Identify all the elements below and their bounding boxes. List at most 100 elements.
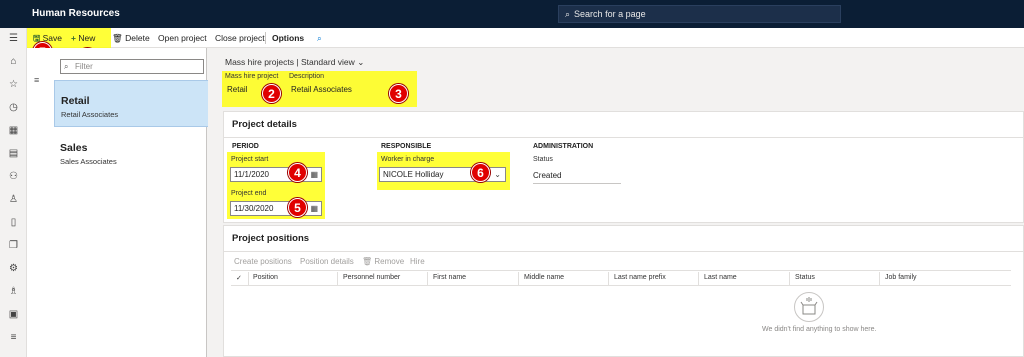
column-header[interactable]: Status [795,274,815,281]
project-positions-title[interactable]: Project positions [232,233,309,244]
project-start-label: Project start [231,156,269,163]
column-divider [608,272,609,285]
filter-input[interactable]: ⌕ Filter [60,59,204,74]
description-field: Description Retail Associates [289,73,385,97]
period-group-label: PERIOD [232,143,259,150]
remove-label: Remove [374,257,405,266]
filter-placeholder: Filter [75,62,93,71]
trash-icon: 🗑 [362,257,373,266]
copy-icon[interactable]: ❐ [7,239,20,252]
calendar-icon[interactable]: ▦ [310,202,318,215]
calendar-icon[interactable]: ▦ [310,168,318,181]
callout-4: 4 [288,163,307,182]
project-end-value: 11/30/2020 [234,204,274,213]
chevron-down-icon[interactable]: ⌄ [357,57,364,67]
breadcrumb-divider: | [296,57,299,67]
callout-5: 5 [288,198,307,217]
breadcrumb: Mass hire projects | Standard view ⌄ [225,57,364,68]
project-start-value: 11/1/2020 [234,170,269,179]
create-positions-button[interactable]: Create positions [234,257,292,266]
workspace-icon[interactable]: ▤ [7,147,20,160]
app-title[interactable]: Human Resources [32,8,120,19]
document-settings-icon[interactable]: ▣ [7,308,20,321]
column-divider [789,272,790,285]
worker-in-charge-label: Worker in charge [381,156,435,163]
project-details-card: Project details PERIOD RESPONSIBLE ADMIN… [223,111,1024,223]
action-bar: 🖫 Save + New 🗑 Delete Open project Close… [27,28,1024,67]
modules-icon[interactable]: ▦ [7,124,20,137]
main-content: Mass hire projects | Standard view ⌄ Mas… [208,48,1024,357]
chevron-down-icon[interactable]: ⌄ [494,168,501,181]
column-divider [427,272,428,285]
empty-state-icon [794,292,824,322]
column-header[interactable]: Job family [885,274,917,281]
card-divider [224,251,1024,252]
list-view-icon[interactable]: ≡ [34,75,46,85]
list-pane: ≡ ⌕ Filter Retail Retail Associates Sales… [27,48,233,357]
callout-6: 6 [471,163,490,182]
empty-box-icon [800,297,818,315]
search-placeholder: Search for a page [574,9,646,19]
filter-search-icon: ⌕ [64,62,69,71]
search-icon: ⌕ [565,9,571,19]
column-header[interactable]: Last name prefix [614,274,666,281]
clock-icon[interactable]: ◷ [7,101,20,114]
column-header[interactable]: Middle name [524,274,564,281]
select-all-checkbox[interactable]: ✓ [236,274,242,282]
close-project-button[interactable]: Close project [215,33,265,43]
responsible-group-label: RESPONSIBLE [381,143,432,150]
people-settings-icon[interactable]: ⚙ [7,262,20,275]
home-icon[interactable]: ⌂ [7,55,20,68]
list-icon[interactable]: ≡ [7,331,20,344]
hire-button[interactable]: Hire [410,257,425,266]
hamburger-icon[interactable]: ☰ [7,32,20,45]
column-header[interactable]: Position [253,274,278,281]
column-divider [698,272,699,285]
empty-state-message: We didn't find anything to show here. [762,326,877,333]
column-divider [518,272,519,285]
remove-button[interactable]: 🗑 Remove [362,257,404,266]
description-value[interactable]: Retail Associates [289,83,385,97]
worker-in-charge-value: NICOLE Holliday [383,170,444,179]
delete-label: Delete [125,33,150,43]
star-icon[interactable]: ☆ [7,78,20,91]
people-icon[interactable]: ⚇ [7,170,20,183]
top-navigation-bar: Human Resources ⌕ Search for a page [0,0,1024,28]
project-details-title[interactable]: Project details [232,119,297,130]
list-item-retail[interactable]: Retail Retail Associates [54,80,233,127]
new-button[interactable]: + New [71,33,95,43]
search-box[interactable]: ⌕ Search for a page [558,5,841,23]
column-divider [879,272,880,285]
description-label: Description [289,73,325,80]
person-badge-icon[interactable]: ♗ [7,285,20,298]
position-details-button[interactable]: Position details [300,257,354,266]
project-positions-card: Project positions Create positions Posit… [223,225,1024,357]
column-divider [248,272,249,285]
trash-icon: 🗑 [112,33,123,43]
mass-hire-label: Mass hire project [225,73,279,80]
breadcrumb-page[interactable]: Mass hire projects [225,57,294,67]
navigation-rail: ☰ ⌂ ☆ ◷ ▦ ▤ ⚇ ♙ ▯ ❐ ⚙ ♗ ▣ ≡ [0,28,27,357]
project-end-field[interactable]: 11/30/2020 ▦ [230,201,322,216]
open-project-button[interactable]: Open project [158,33,207,43]
list-item-subtitle: Retail Associates [61,110,119,119]
view-selector[interactable]: Standard view [301,57,355,67]
list-item-title: Retail [61,95,90,107]
document-icon[interactable]: ▯ [7,216,20,229]
column-header[interactable]: Last name [704,274,737,281]
toolbar-search-icon[interactable]: ⌕ [317,33,322,44]
callout-3: 3 [389,84,408,103]
column-header[interactable]: Personnel number [343,274,400,281]
delete-button[interactable]: 🗑 Delete [112,33,150,44]
card-divider [224,137,1024,138]
toolbar-separator [265,32,266,44]
options-tab[interactable]: Options [272,33,304,43]
status-value: Created [533,170,621,184]
administration-group-label: ADMINISTRATION [533,143,594,150]
plus-icon: + [71,33,76,43]
person-icon[interactable]: ♙ [7,193,20,206]
new-label: New [78,33,96,43]
column-header[interactable]: First name [433,274,466,281]
project-start-field[interactable]: 11/1/2020 ▦ [230,167,322,182]
list-item-sales[interactable]: Sales Sales Associates [54,128,233,175]
